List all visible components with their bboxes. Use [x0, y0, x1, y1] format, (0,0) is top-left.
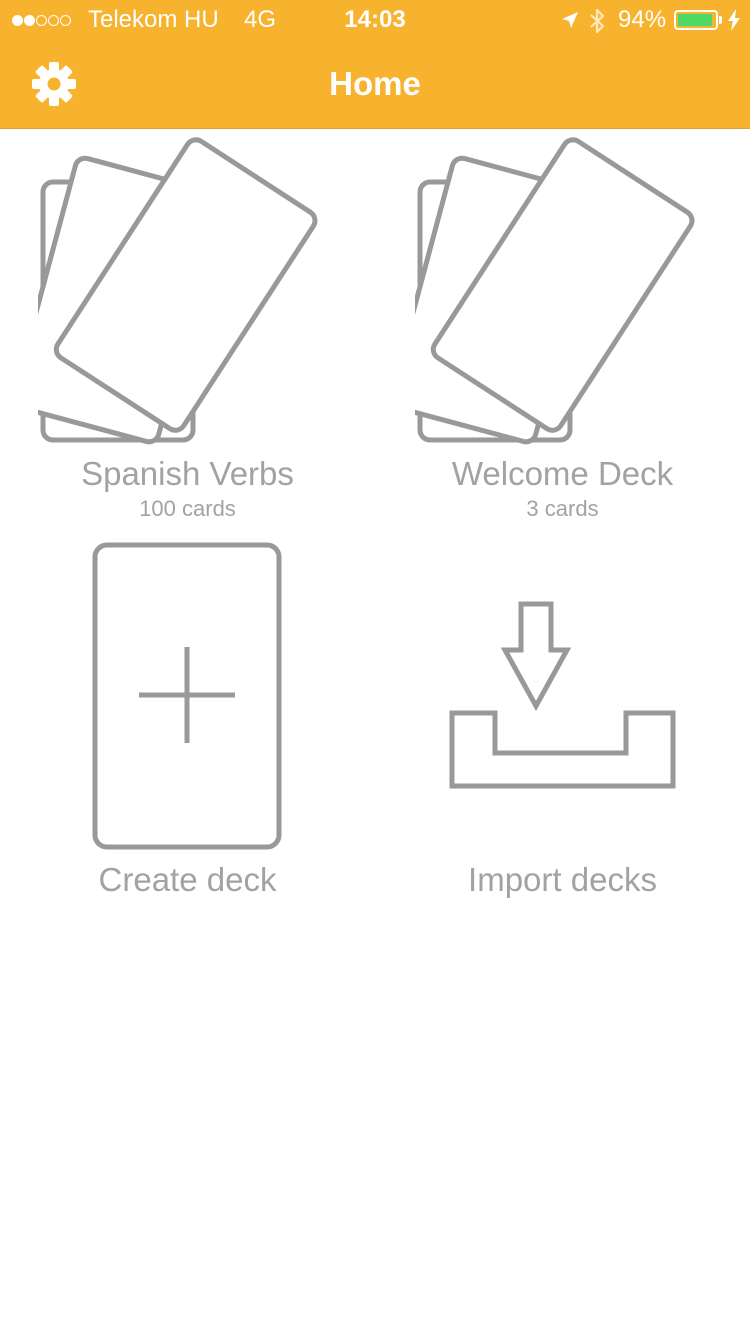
card-stack-icon — [38, 137, 318, 445]
deck-card-count: 100 cards — [139, 496, 236, 521]
import-tray-icon — [449, 601, 676, 789]
deck-name: Spanish Verbs — [81, 455, 294, 492]
deck-tile[interactable]: Spanish Verbs 100 cards — [0, 136, 375, 526]
import-decks-button[interactable]: Import decks — [375, 540, 750, 910]
charging-bolt-icon — [728, 9, 740, 31]
page-title: Home — [329, 65, 421, 102]
battery-icon — [674, 10, 718, 30]
bluetooth-icon — [590, 8, 605, 34]
battery-percent: 94% — [618, 6, 667, 33]
battery-level-fill — [678, 14, 712, 26]
battery-tip — [719, 16, 722, 24]
status-bar: Telekom HU 4G 14:03 94% — [0, 0, 750, 40]
import-decks-label: Import decks — [468, 861, 657, 898]
deck-card-count: 3 cards — [526, 496, 599, 521]
create-deck-button[interactable]: Create deck — [0, 540, 375, 910]
card-stack-icon — [415, 137, 695, 445]
navigation-bar: Home — [0, 40, 750, 129]
location-arrow-icon — [562, 12, 578, 28]
deck-tile[interactable]: Welcome Deck 3 cards — [375, 136, 750, 526]
add-card-icon — [92, 542, 282, 850]
create-deck-label: Create deck — [98, 861, 277, 898]
deck-name: Welcome Deck — [451, 455, 674, 492]
